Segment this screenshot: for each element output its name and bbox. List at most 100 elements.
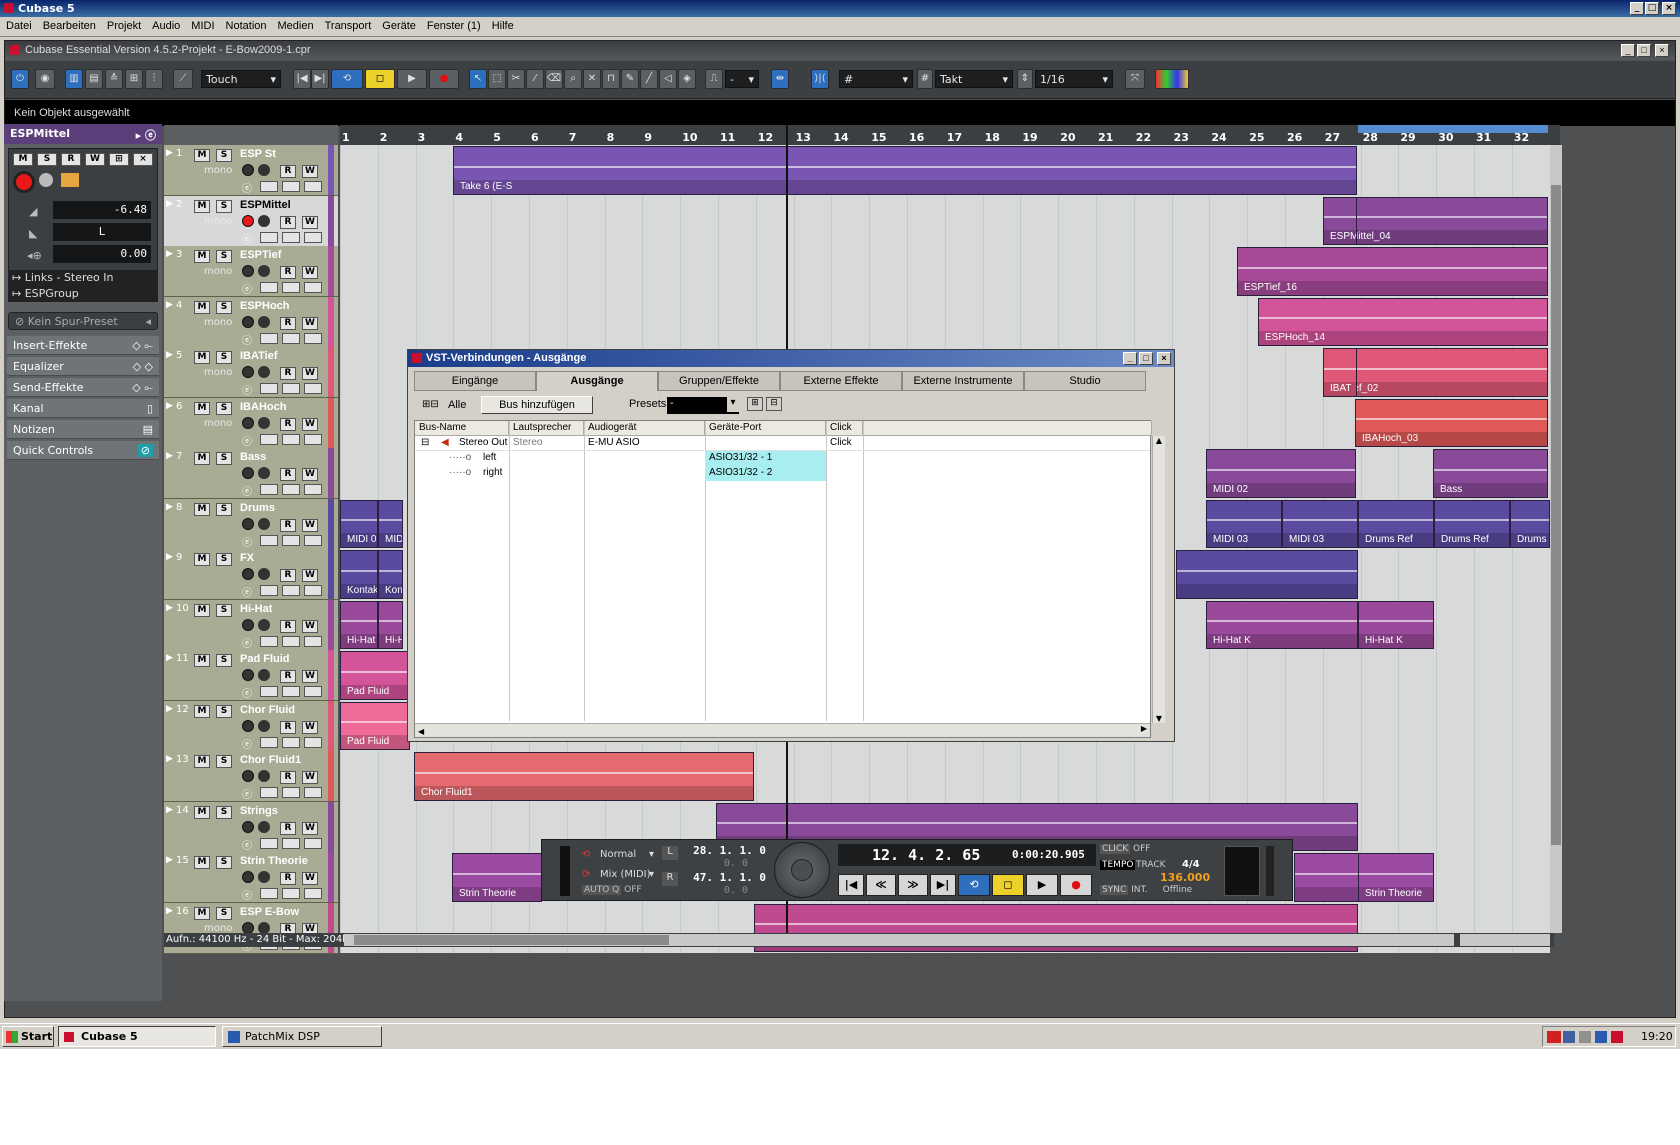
track-write-button[interactable]: W	[302, 619, 318, 633]
expand-track-icon[interactable]: ▶	[166, 401, 173, 411]
track-solo-button[interactable]: S	[216, 755, 232, 768]
event-part[interactable]: Bass	[1433, 449, 1548, 498]
project-minimize-button[interactable]: _	[1621, 44, 1635, 57]
table-row[interactable]: ⊟ ◀ Stereo Out Stereo E-MU ASIO Click	[415, 436, 1150, 451]
column-bus-name[interactable]: Bus-Name	[415, 421, 509, 436]
horizontal-scrollbar[interactable]	[344, 934, 1454, 946]
monitor-icon[interactable]	[258, 618, 270, 631]
automation-icon[interactable]: ⟋	[173, 69, 193, 89]
output-level-slider[interactable]	[1266, 846, 1274, 896]
monitor-icon[interactable]	[258, 164, 270, 176]
track-mute-button[interactable]: M	[194, 300, 210, 314]
tray-volume-icon[interactable]	[1579, 1031, 1591, 1043]
track-lock-button[interactable]	[282, 484, 300, 495]
track-lock-button[interactable]	[282, 332, 300, 344]
tempo-mode[interactable]: TRACK	[1136, 860, 1166, 870]
track-automation-button[interactable]	[304, 888, 322, 899]
edit-channel-icon[interactable]: ⓔ	[242, 382, 252, 397]
goto-start-transport-button[interactable]: |◀	[838, 874, 864, 896]
port-cell[interactable]: ASIO31/32 - 1	[705, 451, 826, 466]
event-part[interactable]: ESPM	[1323, 196, 1357, 245]
track-lane-button[interactable]	[260, 787, 278, 798]
record-enable-icon[interactable]	[242, 467, 254, 479]
edit-channel-icon[interactable]: ⓔ	[242, 736, 252, 751]
left-locator[interactable]: 28. 1. 1. 0	[682, 844, 768, 858]
inspector-track-name[interactable]: ESPMittel ▸ ⓔ	[4, 124, 162, 144]
expand-track-icon[interactable]: ▶	[166, 552, 173, 562]
track-solo-button[interactable]: S	[216, 856, 232, 869]
track-automation-button[interactable]	[304, 181, 322, 192]
track-row[interactable]: 5 ▶ M S IBATief mono R Wⓔ	[164, 347, 338, 398]
track-mute-button[interactable]: M	[194, 553, 210, 566]
track-lock-button[interactable]	[282, 383, 300, 394]
track-automation-button[interactable]	[304, 383, 322, 394]
expand-track-icon[interactable]: ▶	[166, 350, 173, 360]
table-row[interactable]: ·····o right ASIO31/32 - 2	[415, 466, 1150, 481]
project-maximize-button[interactable]: □	[1637, 44, 1651, 57]
record-enable-icon[interactable]	[242, 315, 254, 328]
tempo-label[interactable]: TEMPO	[1100, 860, 1136, 870]
dialog-close-button[interactable]: ×	[1157, 352, 1171, 365]
track-name[interactable]: IBAHoch	[240, 401, 286, 413]
track-read-button[interactable]: R	[280, 417, 296, 431]
edit-channel-icon[interactable]: ⓔ	[242, 584, 252, 599]
track-name[interactable]: ESP E-Bow	[240, 906, 299, 918]
add-bus-button[interactable]: Bus hinzufügen	[481, 396, 593, 414]
event-part[interactable]: ESPTief_16	[1237, 247, 1548, 296]
expand-track-icon[interactable]: ▶	[166, 906, 173, 916]
track-write-button[interactable]: W	[302, 821, 318, 835]
monitor-icon[interactable]	[258, 669, 270, 681]
track-lock-button[interactable]	[282, 686, 300, 697]
monitor-icon[interactable]	[258, 265, 270, 277]
event-part[interactable]: Kontakt	[340, 550, 378, 599]
track-read-button[interactable]: R	[280, 670, 296, 683]
glue-tool[interactable]: ⁄	[526, 69, 544, 89]
track-solo-button[interactable]: S	[216, 654, 232, 667]
track-row[interactable]: 2 ▶ M S ESPMittel mono R Wⓔ	[164, 195, 338, 247]
mute-tool[interactable]: ✕	[583, 69, 601, 89]
monitor-icon[interactable]	[258, 921, 270, 934]
fast-forward-button[interactable]: ≫	[898, 874, 928, 896]
snap-button[interactable]: ⟩|⟨	[811, 69, 829, 89]
send-effects-section[interactable]: Send-Effekte ◇ ⟜	[7, 378, 159, 397]
inspector-volume[interactable]: -6.48	[53, 201, 151, 219]
bus-name-cell[interactable]: right	[479, 466, 506, 481]
click-toggle[interactable]: CLICK OFF	[1100, 844, 1210, 858]
track-lane-button[interactable]	[260, 484, 278, 495]
rewind-button[interactable]: ≪	[866, 874, 896, 896]
zoom-tool[interactable]: ⌕	[564, 69, 582, 89]
track-lane-button[interactable]	[260, 181, 278, 192]
track-lane-button[interactable]	[260, 736, 278, 748]
tray-network-icon[interactable]	[1563, 1031, 1575, 1043]
track-read-button[interactable]: R	[280, 872, 296, 885]
color-palette-button[interactable]	[1155, 69, 1189, 89]
record-enable-icon[interactable]	[242, 618, 254, 631]
track-name[interactable]: Pad Fluid	[240, 653, 290, 665]
record-enable-icon[interactable]	[242, 921, 254, 934]
monitor-icon[interactable]	[258, 719, 270, 732]
start-button[interactable]: Start	[2, 1026, 54, 1047]
menu-audio[interactable]: Audio	[146, 17, 185, 32]
track-solo-button[interactable]: S	[216, 199, 232, 213]
track-lane-button[interactable]	[260, 534, 278, 546]
track-lock-button[interactable]	[282, 635, 300, 647]
collapse-icon[interactable]: ⊟	[417, 436, 433, 451]
time-warp-tool[interactable]: ⊓	[602, 69, 620, 89]
track-read-button[interactable]: R	[280, 316, 296, 330]
track-mute-button[interactable]: M	[194, 250, 210, 263]
edit-channel-icon[interactable]: ⓔ	[242, 433, 252, 448]
track-lock-button[interactable]	[282, 837, 300, 849]
monitor-icon[interactable]	[258, 568, 270, 580]
dialog-title-bar[interactable]: VST-Verbindungen - Ausgänge _ □ ×	[408, 350, 1174, 367]
track-row[interactable]: 15 ▶ M S Strin Theorie R Wⓔ	[164, 852, 338, 903]
tab-gruppen-effekte[interactable]: Gruppen/Effekte	[658, 371, 780, 391]
track-write-button[interactable]: W	[302, 670, 318, 683]
track-write-button[interactable]: W	[302, 417, 318, 431]
auto-quantize-button[interactable]: AUTO Q OFF	[578, 885, 654, 899]
speaker-cell[interactable]: Stereo	[509, 436, 546, 451]
track-solo-button[interactable]: S	[216, 149, 232, 162]
event-part[interactable]: Drums	[1510, 499, 1550, 548]
column-geraete-port[interactable]: Geräte-Port	[705, 421, 826, 436]
track-lock-button[interactable]	[282, 534, 300, 546]
inspector-read-button[interactable]: R	[61, 153, 81, 166]
